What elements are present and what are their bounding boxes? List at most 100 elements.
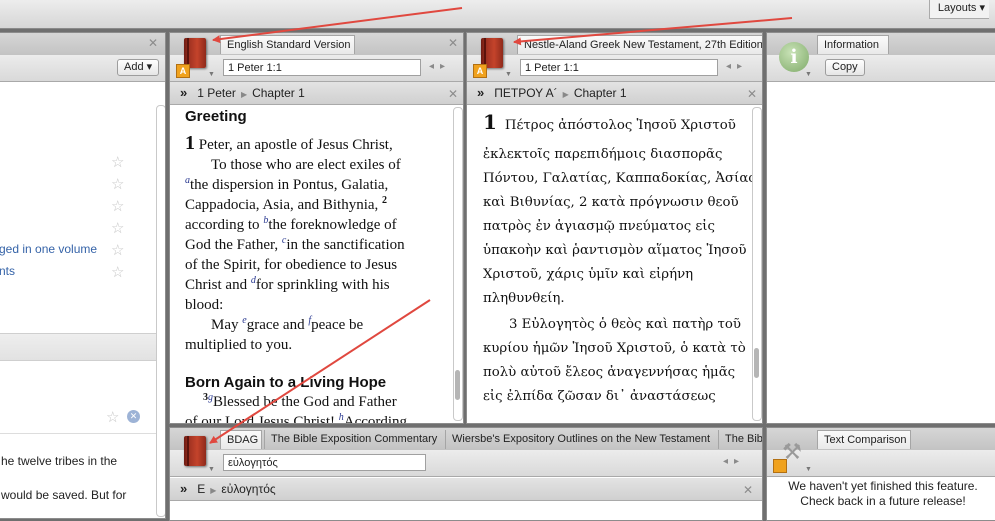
a-badge-icon: A xyxy=(473,64,487,78)
esv-tabstrip: English Standard Version xyxy=(170,33,463,56)
info-icon: i xyxy=(779,42,809,72)
left-tabstrip xyxy=(0,33,165,56)
close-icon[interactable]: ✕ xyxy=(747,87,757,101)
badge-icon xyxy=(773,459,787,473)
scrollbar[interactable] xyxy=(156,105,165,517)
add-button[interactable]: Add ▾ xyxy=(117,59,160,76)
star-icon[interactable]: ☆ xyxy=(106,408,119,426)
greek-tabstrip: Nestle-Aland Greek New Testament, 27th E… xyxy=(467,33,762,56)
verse-line: To those who are elect exiles of xyxy=(211,157,401,173)
verse-line: καὶ Βιθυνίας, 2 κατὰ πρόγνωσιν θεοῦ xyxy=(483,195,739,210)
history-arrows[interactable]: ◂▸ xyxy=(429,61,451,72)
expand-icon[interactable]: » xyxy=(477,85,484,100)
breadcrumb-chapter[interactable]: Chapter 1 xyxy=(574,86,627,100)
left-toolbar: Add ▾ xyxy=(0,55,165,82)
verse-line: εἰς ἐλπίδα ζῶσαν δι᾽ ἀναστάσεως xyxy=(483,389,716,404)
clear-icon[interactable]: ✕ xyxy=(127,410,140,423)
chevron-down-icon[interactable]: ▼ xyxy=(805,466,812,473)
breadcrumb: » ΠΕΤΡΟΥ Α´ ▶ Chapter 1 xyxy=(467,82,762,105)
section-heading: Greeting xyxy=(185,108,247,125)
star-icon[interactable]: ☆ xyxy=(111,263,124,281)
information-panel: Information Copy i ▼ xyxy=(766,32,995,424)
feature-message: We haven't yet finished this feature. Ch… xyxy=(767,479,995,509)
close-icon[interactable]: ✕ xyxy=(148,36,158,50)
result-text-line: would be saved. But for xyxy=(1,488,127,502)
tab-wiersbe[interactable]: Wiersbe's Expository Outlines on the New… xyxy=(445,430,716,449)
verse-line: of our Lord Jesus Christ! hAccording xyxy=(185,412,408,424)
lookup-input[interactable]: εὐλογητός xyxy=(223,454,426,471)
expand-icon[interactable]: » xyxy=(180,85,187,100)
expand-icon[interactable]: » xyxy=(180,481,187,496)
close-icon[interactable]: ✕ xyxy=(448,36,458,50)
verse-line: 1 Πέτρος ἀπόστολος Ἰησοῦ Χριστοῦ xyxy=(483,110,736,134)
verse-line: κυρίου ἡμῶν Ἰησοῦ Χριστοῦ, ὁ κατὰ τὸ xyxy=(483,341,746,356)
close-icon[interactable]: ✕ xyxy=(448,87,458,101)
greek-text: 1 Πέτρος ἀπόστολος Ἰησοῦ Χριστοῦ ἐκλεκτοῖ… xyxy=(483,108,756,423)
breadcrumb-chapter[interactable]: Chapter 1 xyxy=(252,86,305,100)
breadcrumb: » E ▶ εὐλογητός xyxy=(170,478,762,501)
history-arrows[interactable]: ◂▸ xyxy=(723,456,745,467)
verse-line: multiplied to you. xyxy=(185,337,293,353)
greek-panel: Nestle-Aland Greek New Testament, 27th E… xyxy=(466,32,763,424)
top-toolbar: Layouts ▾ xyxy=(0,0,995,29)
breadcrumb-entry[interactable]: εὐλογητός xyxy=(221,482,275,496)
resource-link[interactable]: nts xyxy=(0,264,15,278)
history-arrows[interactable]: ◂▸ xyxy=(726,61,748,72)
verse-line: May egrace and fpeace be xyxy=(211,315,364,334)
verse-line: Πόντου, Γαλατίας, Καππαδοκίας, Ἀσίας xyxy=(483,171,756,186)
search-result-divider xyxy=(0,433,157,434)
tab-na27[interactable]: Nestle-Aland Greek New Testament, 27th E… xyxy=(517,35,762,54)
star-icon[interactable]: ☆ xyxy=(111,241,124,259)
chevron-down-icon[interactable]: ▼ xyxy=(505,71,512,78)
chevron-down-icon[interactable]: ▼ xyxy=(208,71,215,78)
esv-panel: English Standard Version ✕ 1 Peter 1:1 ◂… xyxy=(169,32,464,424)
scrollbar[interactable] xyxy=(752,107,762,421)
divider xyxy=(0,333,157,361)
breadcrumb-book[interactable]: ΠΕΤΡΟΥ Α´ xyxy=(494,86,557,100)
verse-line: πληθυνθείη. xyxy=(483,291,565,306)
bible-text: Greeting 1 Peter, an apostle of Jesus Ch… xyxy=(185,105,455,424)
scrollbar[interactable] xyxy=(453,107,463,421)
text-comparison-panel: Text Comparison ⚒ ▼ We haven't yet finis… xyxy=(766,427,995,521)
scrollbar-thumb[interactable] xyxy=(455,370,460,400)
verse-line: God the Father, cin the sanctification xyxy=(185,235,405,254)
verse-line: 3gBlessed be the God and Father xyxy=(203,392,397,411)
result-text-line: he twelve tribes in the xyxy=(1,454,118,468)
verse-line: blood: xyxy=(185,297,224,313)
resource-list: ☆ ☆ ☆ ☆ ☆ ☆ ged in one volume nts xyxy=(0,109,157,329)
tab-bible[interactable]: The Bib xyxy=(718,430,762,449)
section-heading: Born Again to a Living Hope xyxy=(185,374,387,391)
reference-input[interactable]: 1 Peter 1:1 xyxy=(223,59,421,76)
star-icon[interactable]: ☆ xyxy=(111,175,124,193)
star-icon[interactable]: ☆ xyxy=(111,219,124,237)
breadcrumb: » 1 Peter ▶ Chapter 1 xyxy=(170,82,463,105)
reference-input[interactable]: 1 Peter 1:1 xyxy=(520,59,718,76)
red-book-icon[interactable] xyxy=(184,436,206,466)
copy-button[interactable]: Copy xyxy=(825,59,865,76)
star-icon[interactable]: ☆ xyxy=(111,153,124,171)
chevron-down-icon[interactable]: ▼ xyxy=(805,71,812,78)
close-icon[interactable]: ✕ xyxy=(743,483,753,497)
tab-information[interactable]: Information xyxy=(817,35,889,54)
tab-text-comparison[interactable]: Text Comparison xyxy=(817,430,911,449)
bdag-panel: BDAG The Bible Exposition Commentary Wie… xyxy=(169,427,763,521)
verse-line: ἐκλεκτοῖς παρεπιδήμοις διασπορᾶς xyxy=(483,147,723,162)
layouts-menu[interactable]: Layouts ▾ xyxy=(928,0,989,19)
verse-line: 1 Peter, an apostle of Jesus Christ, xyxy=(185,132,393,154)
message-line: Check back in a future release! xyxy=(800,494,966,508)
verse-line: Χριστοῦ, χάρις ὑμῖν καὶ εἰρήνη xyxy=(483,267,694,282)
tab-bible-exposition[interactable]: The Bible Exposition Commentary xyxy=(264,430,443,449)
breadcrumb-book[interactable]: 1 Peter xyxy=(197,86,236,100)
verse-line: πολὺ αὐτοῦ ἔλεος ἀναγεννήσας ἡμᾶς xyxy=(483,365,736,380)
chevron-down-icon[interactable]: ▼ xyxy=(208,466,215,473)
left-panel: ✕ Add ▾ ☆ ☆ ☆ ☆ ☆ ☆ ged in one volume nt… xyxy=(0,32,166,519)
breadcrumb-letter[interactable]: E xyxy=(197,482,205,496)
resource-link[interactable]: ged in one volume xyxy=(0,242,97,256)
star-icon[interactable]: ☆ xyxy=(111,197,124,215)
verse-line: πατρὸς ἐν ἁγιασμῷ πνεύματος εἰς xyxy=(483,219,715,234)
verse-line: 3 Εὐλογητὸς ὁ θεὸς καὶ πατὴρ τοῦ xyxy=(509,317,741,332)
tab-bdag[interactable]: BDAG xyxy=(220,430,262,449)
verse-line: Cappadocia, Asia, and Bithynia, 2 xyxy=(185,195,388,214)
scrollbar-thumb[interactable] xyxy=(754,348,759,378)
tab-esv[interactable]: English Standard Version xyxy=(220,35,355,54)
